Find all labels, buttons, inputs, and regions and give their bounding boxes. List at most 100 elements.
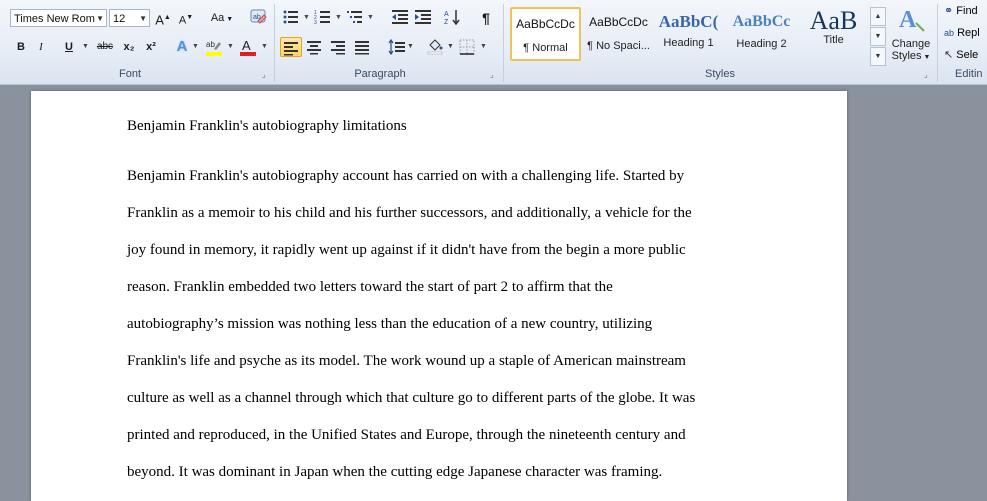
- align-center-icon: [307, 41, 321, 55]
- document-body: Benjamin Franklin's autobiography accoun…: [127, 167, 747, 500]
- clear-formatting-button[interactable]: ab: [249, 8, 267, 28]
- numbering-button[interactable]: 1 2 3: [314, 8, 332, 28]
- editing-group-label: Editin: [955, 68, 983, 80]
- highlighter-icon: ab: [206, 40, 222, 56]
- superscript-button[interactable]: x²: [142, 37, 160, 57]
- shrink-font-button[interactable]: A▼: [177, 8, 195, 28]
- font-color-icon: A: [240, 38, 256, 56]
- italic-button[interactable]: I: [32, 37, 50, 57]
- find-label: Find: [956, 5, 978, 17]
- multilevel-list-button[interactable]: [346, 8, 364, 28]
- change-styles-icon: A: [899, 7, 925, 33]
- chevron-down-icon: ▼: [96, 14, 104, 23]
- svg-text:Z: Z: [444, 19, 449, 26]
- dialog-launcher-icon[interactable]: ⌟: [924, 70, 933, 79]
- replace-button[interactable]: ab Repl: [944, 25, 980, 41]
- font-group-label: Font: [118, 68, 141, 80]
- style-sample: AaB: [809, 7, 858, 35]
- ribbon: Times New Rom ▼ 12 ▼ A▲ A▼ Aa ▼ ab B I U…: [0, 0, 987, 85]
- document-line: culture as well as a channel through whi…: [127, 390, 696, 406]
- subscript-button[interactable]: x₂: [120, 37, 138, 57]
- document-page[interactable]: Benjamin Franklin's autobiography limita…: [31, 91, 847, 501]
- line-spacing-button[interactable]: [388, 37, 406, 57]
- font-name-combo[interactable]: Times New Rom ▼: [10, 9, 107, 27]
- gallery-down-icon[interactable]: ▼: [870, 27, 886, 46]
- change-case-button[interactable]: Aa ▼: [208, 8, 236, 28]
- align-left-button[interactable]: [280, 37, 302, 57]
- chevron-down-icon: ▼: [139, 14, 147, 23]
- chevron-down-icon[interactable]: ▼: [303, 8, 310, 28]
- align-center-button[interactable]: [305, 37, 323, 57]
- find-button[interactable]: ⚭ Find: [944, 3, 978, 19]
- show-formatting-button[interactable]: ¶: [477, 8, 495, 28]
- document-line: beyond. It was dominant in Japan when th…: [127, 464, 663, 480]
- style-heading-2[interactable]: AaBbCc Heading 2: [726, 7, 797, 61]
- bullet-list-icon: [283, 10, 298, 24]
- chevron-down-icon[interactable]: ▼: [82, 37, 89, 57]
- increase-indent-icon: [415, 10, 431, 24]
- underline-button[interactable]: U: [60, 37, 78, 57]
- text-effects-button[interactable]: A: [173, 37, 191, 57]
- grow-font-button[interactable]: A▲: [154, 8, 172, 28]
- bullets-button[interactable]: [282, 8, 300, 28]
- shading-button[interactable]: [426, 37, 444, 57]
- style-sample: AaBbCc: [732, 13, 791, 30]
- highlight-button[interactable]: ab: [204, 37, 224, 57]
- chevron-down-icon[interactable]: ▼: [367, 8, 374, 28]
- style-title[interactable]: AaB Title: [798, 7, 869, 61]
- bold-button[interactable]: B: [12, 37, 30, 57]
- strikethrough-button[interactable]: abc: [93, 37, 117, 57]
- change-styles-label-2: Styles ▼: [891, 50, 931, 62]
- change-styles-button[interactable]: A Change Styles ▼: [888, 3, 934, 65]
- decrease-indent-button[interactable]: [391, 8, 409, 28]
- styles-group-label: Styles: [705, 68, 735, 80]
- svg-text:A: A: [444, 11, 449, 18]
- chevron-down-icon[interactable]: ▼: [407, 37, 414, 57]
- group-separator: [937, 4, 938, 82]
- style-normal[interactable]: AaBbCcDc ¶ Normal: [510, 7, 581, 61]
- dialog-launcher-icon[interactable]: ⌟: [262, 70, 271, 79]
- font-color-button[interactable]: A: [238, 37, 258, 57]
- chevron-down-icon[interactable]: ▼: [261, 37, 268, 57]
- document-line: autobiography’s mission was nothing less…: [127, 316, 653, 332]
- gallery-more-icon[interactable]: ▼: [870, 47, 886, 66]
- document-line: joy found in memory, it rapidly went up …: [127, 242, 686, 258]
- borders-icon: [459, 39, 475, 55]
- align-right-icon: [331, 41, 345, 55]
- style-no-spacing[interactable]: AaBbCcDc ¶ No Spaci...: [583, 7, 654, 61]
- svg-text:A: A: [899, 7, 917, 33]
- style-sample: AaBbCcDc: [589, 15, 648, 29]
- replace-icon: ab: [944, 28, 955, 38]
- replace-label: Repl: [957, 27, 980, 39]
- chevron-down-icon[interactable]: ▼: [192, 37, 199, 57]
- chevron-down-icon[interactable]: ▼: [335, 8, 342, 28]
- style-name: Heading 1: [663, 37, 714, 49]
- justify-button[interactable]: [353, 37, 371, 57]
- justify-icon: [355, 41, 369, 55]
- group-separator: [503, 4, 504, 82]
- group-separator: [274, 4, 275, 82]
- chevron-down-icon[interactable]: ▼: [447, 37, 454, 57]
- align-left-icon: [284, 42, 298, 56]
- sort-button[interactable]: A Z: [443, 8, 463, 28]
- document-line: Franklin's life and psyche as its model.…: [127, 353, 686, 369]
- styles-gallery-scroll[interactable]: ▲ ▼ ▼: [870, 7, 886, 67]
- select-button[interactable]: ↖ Sele: [944, 47, 978, 63]
- style-name: Heading 2: [736, 38, 787, 50]
- document-title: Benjamin Franklin's autobiography limita…: [127, 118, 407, 134]
- eraser-icon: ab: [250, 9, 267, 24]
- change-case-label: Aa: [210, 12, 225, 24]
- borders-button[interactable]: [458, 37, 476, 57]
- style-heading-1[interactable]: AaBbC( Heading 1: [653, 7, 724, 61]
- increase-indent-button[interactable]: [414, 8, 432, 28]
- chevron-down-icon[interactable]: ▼: [480, 37, 487, 57]
- font-size-combo[interactable]: 12 ▼: [109, 9, 150, 27]
- svg-text:A: A: [242, 38, 251, 53]
- style-name: ¶ No Spaci...: [587, 40, 650, 52]
- style-name: ¶ Normal: [523, 42, 568, 54]
- dialog-launcher-icon[interactable]: ⌟: [490, 70, 499, 79]
- align-right-button[interactable]: [329, 37, 347, 57]
- style-sample: AaBbC(: [658, 12, 719, 31]
- gallery-up-icon[interactable]: ▲: [870, 7, 886, 26]
- chevron-down-icon[interactable]: ▼: [227, 37, 234, 57]
